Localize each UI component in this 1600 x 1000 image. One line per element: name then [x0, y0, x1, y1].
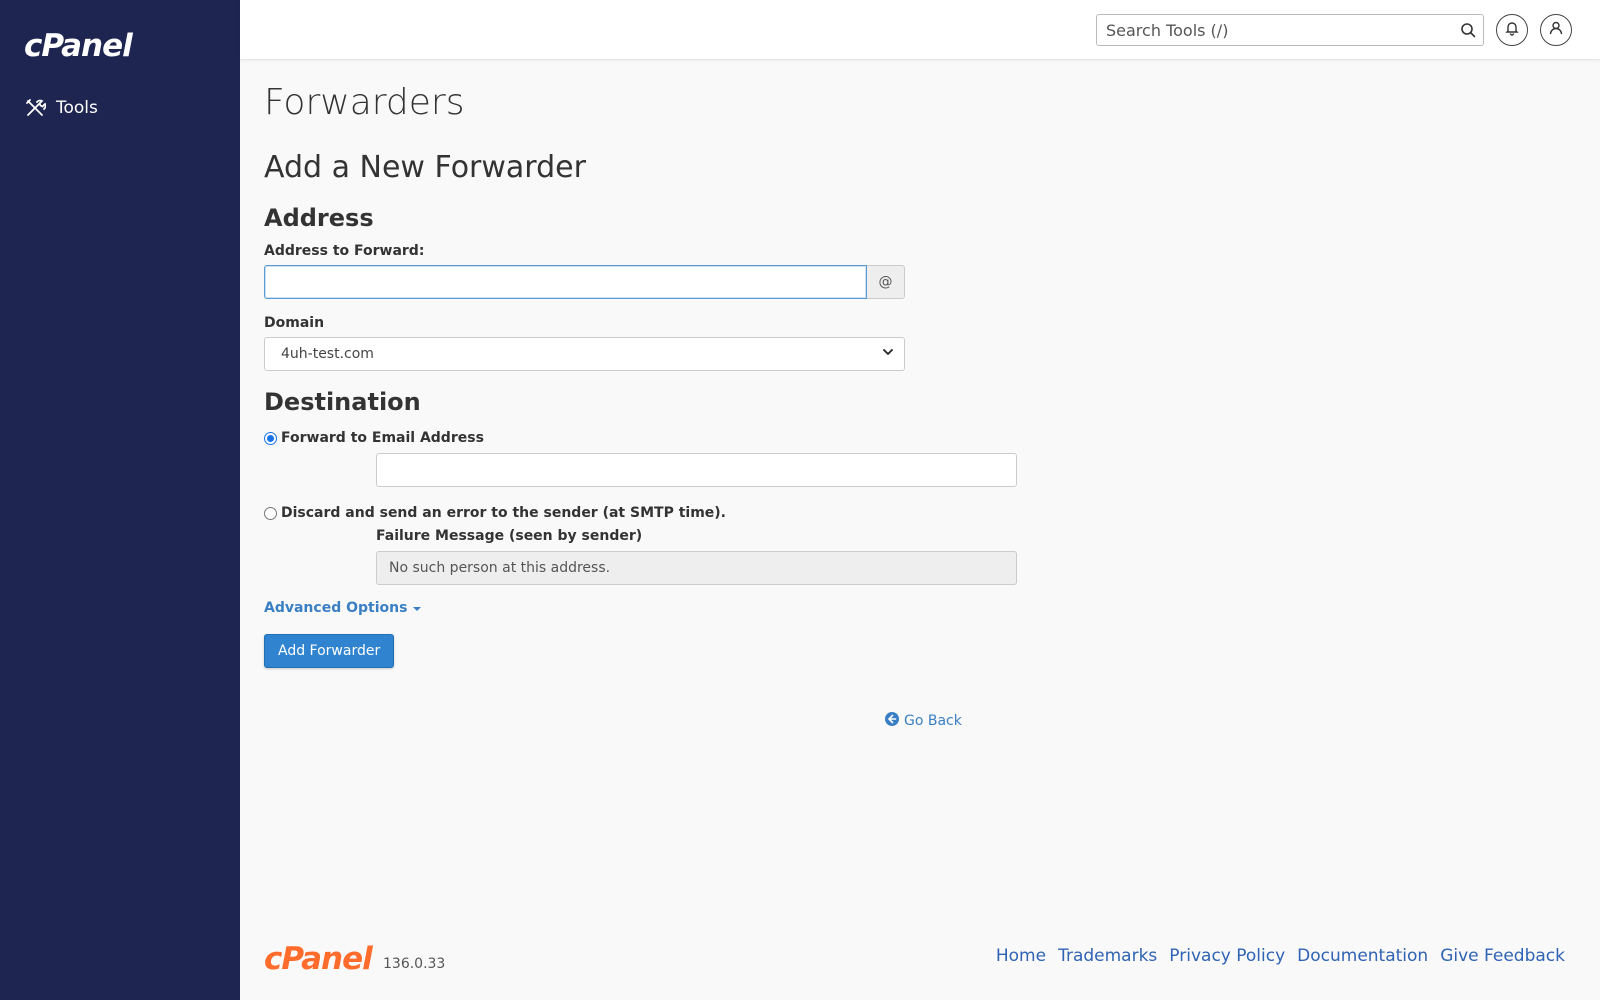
add-forwarder-button[interactable]: Add Forwarder [264, 634, 395, 668]
failure-message-label: Failure Message (seen by sender) [376, 528, 643, 544]
tools-icon [24, 97, 46, 119]
footer-link-give-feedback[interactable]: Give Feedback [1440, 946, 1565, 966]
footer-links: Home Trademarks Privacy Policy Documenta… [996, 946, 1565, 966]
section-title: Add a New Forwarder [264, 150, 586, 185]
sidebar-item-tools[interactable]: Tools [24, 94, 98, 122]
chevron-down-icon [882, 346, 894, 362]
arrow-left-circle-icon [885, 712, 899, 730]
at-symbol-addon: @ [867, 265, 905, 299]
footer-cpanel-logo[interactable]: cPanel [264, 944, 373, 975]
domain-label: Domain [264, 315, 325, 331]
discard-radio[interactable] [264, 506, 277, 520]
go-back-label: Go Back [904, 713, 962, 729]
destination-heading: Destination [264, 388, 421, 416]
discard-option[interactable]: Discard and send an error to the sender … [264, 505, 726, 521]
top-bar [240, 0, 1600, 60]
version-number: 136.0.33 [383, 956, 446, 972]
failure-message-input[interactable]: No such person at this address. [376, 551, 1017, 585]
address-heading: Address [264, 204, 374, 232]
search-input[interactable] [1097, 15, 1453, 45]
footer-link-documentation[interactable]: Documentation [1297, 946, 1428, 966]
forward-to-email-label: Forward to Email Address [281, 430, 484, 446]
footer-link-trademarks[interactable]: Trademarks [1058, 946, 1157, 966]
forward-to-email-option[interactable]: Forward to Email Address [264, 430, 484, 446]
destination-email-input[interactable] [376, 453, 1017, 487]
forward-to-email-radio[interactable] [264, 431, 277, 445]
advanced-options-toggle[interactable]: Advanced Options [264, 600, 422, 616]
notifications-button[interactable] [1496, 14, 1528, 46]
search-box [1096, 14, 1484, 46]
user-menu-button[interactable] [1540, 14, 1572, 46]
caret-down-icon [413, 607, 422, 611]
sidebar: cPanel Tools [0, 0, 240, 1000]
user-icon [1548, 20, 1564, 40]
page-title: Forwarders [264, 82, 465, 123]
footer-link-home[interactable]: Home [996, 946, 1046, 966]
domain-selected-value: 4uh-test.com [281, 346, 374, 362]
go-back-link[interactable]: Go Back [885, 712, 962, 730]
domain-select[interactable]: 4uh-test.com [264, 337, 905, 371]
cpanel-logo[interactable]: cPanel [24, 28, 133, 64]
address-to-forward-label: Address to Forward: [264, 243, 425, 259]
bell-icon [1504, 20, 1520, 40]
discard-label: Discard and send an error to the sender … [281, 505, 726, 521]
footer-link-privacy-policy[interactable]: Privacy Policy [1169, 946, 1285, 966]
address-input-group: @ [264, 265, 905, 299]
search-icon[interactable] [1453, 15, 1483, 45]
advanced-options-label: Advanced Options [264, 600, 408, 616]
sidebar-item-label: Tools [56, 98, 98, 118]
address-to-forward-input[interactable] [264, 265, 867, 299]
